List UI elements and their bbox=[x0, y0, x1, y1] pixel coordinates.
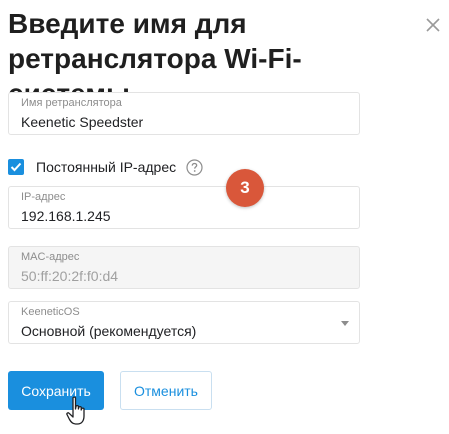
ip-address-value: 192.168.1.245 bbox=[21, 208, 111, 224]
repeater-name-field[interactable]: Имя ретранслятора Keenetic Speedster bbox=[8, 92, 360, 135]
keeneticos-label: KeeneticOS bbox=[21, 306, 80, 318]
static-ip-row: Постоянный IP-адрес bbox=[8, 156, 203, 178]
keeneticos-value: Основной (рекомендуется) bbox=[21, 323, 197, 339]
mac-address-value: 50:ff:20:2f:f0:d4 bbox=[21, 268, 119, 284]
save-button[interactable]: Сохранить bbox=[8, 371, 104, 410]
mac-address-label: MAC-адрес bbox=[21, 251, 80, 263]
keeneticos-select[interactable]: KeeneticOS Основной (рекомендуется) bbox=[8, 301, 360, 344]
ip-address-field[interactable]: IP-адрес 192.168.1.245 bbox=[8, 186, 360, 229]
question-circle-icon[interactable] bbox=[186, 158, 203, 176]
repeater-name-dialog: Введите имя для ретранслятора Wi-Fi-сист… bbox=[0, 0, 449, 434]
ip-address-label: IP-адрес bbox=[21, 191, 66, 203]
checkmark-icon bbox=[10, 162, 22, 172]
static-ip-label: Постоянный IP-адрес bbox=[36, 159, 177, 175]
cancel-button[interactable]: Отменить bbox=[120, 371, 212, 410]
repeater-name-label: Имя ретранслятора bbox=[21, 97, 122, 109]
hand-cursor-icon bbox=[66, 396, 85, 425]
close-icon[interactable] bbox=[422, 14, 444, 36]
repeater-name-value: Keenetic Speedster bbox=[21, 114, 144, 130]
mac-address-field: MAC-адрес 50:ff:20:2f:f0:d4 bbox=[8, 246, 360, 289]
chevron-down-icon bbox=[341, 321, 349, 326]
step-badge: 3 bbox=[226, 169, 264, 207]
static-ip-checkbox[interactable] bbox=[8, 159, 24, 175]
